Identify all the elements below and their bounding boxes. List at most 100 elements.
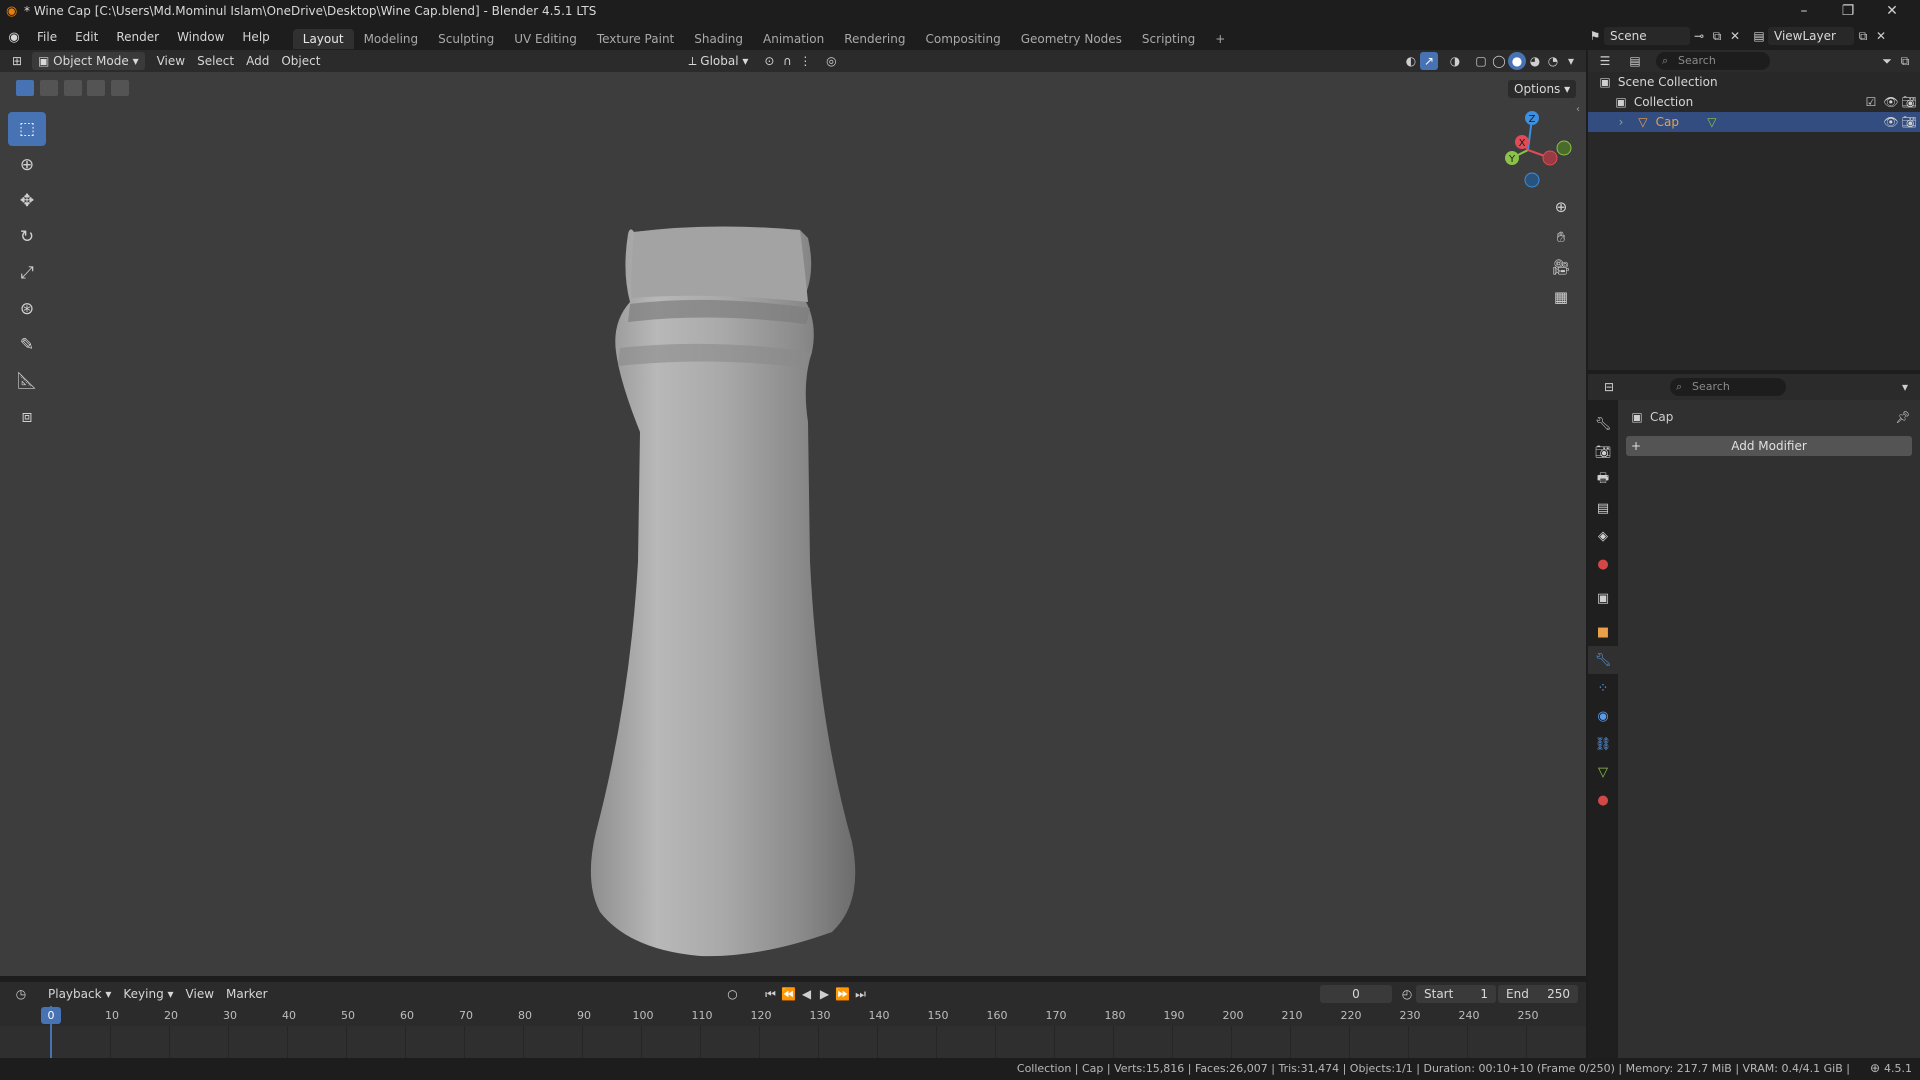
collection-tab-icon[interactable]: ▣ bbox=[1588, 584, 1618, 612]
tab-animation[interactable]: Animation bbox=[753, 29, 834, 49]
pan-hand-icon[interactable]: ✋︎ bbox=[1546, 222, 1576, 252]
particles-tab-icon[interactable]: ⁘ bbox=[1588, 674, 1618, 702]
outliner-row-cap[interactable]: › ▽ Cap ▽ 👁︎ 📷︎ bbox=[1588, 112, 1920, 132]
frame-ruler[interactable]: 10 20 30 40 50 60 70 80 90 100 110 120 130 140 150 160 1… bbox=[0, 1006, 1586, 1026]
camera-icon[interactable]: 📷︎ bbox=[1900, 93, 1918, 111]
move-tool-icon[interactable]: ✥ bbox=[8, 184, 46, 218]
view-layer-field[interactable]: ViewLayer bbox=[1768, 27, 1854, 45]
sidebar-toggle-icon[interactable]: ‹ bbox=[1576, 104, 1580, 115]
render-tab-icon[interactable]: 📷︎ bbox=[1588, 438, 1618, 466]
pivot-icon[interactable]: ⊙ bbox=[760, 52, 778, 70]
snap-target-icon[interactable]: ⋮ bbox=[796, 52, 814, 70]
prev-keyframe-icon[interactable]: ⏪ bbox=[780, 985, 798, 1003]
timeline-editor-icon[interactable]: ◷ bbox=[12, 985, 30, 1003]
minimize-button[interactable]: – bbox=[1782, 0, 1826, 24]
pin-icon[interactable]: ⊸ bbox=[1690, 27, 1708, 45]
exclude-checkbox-icon[interactable]: ☑ bbox=[1862, 93, 1880, 111]
measure-tool-icon[interactable]: 📐︎ bbox=[8, 364, 46, 398]
play-reverse-icon[interactable]: ◀ bbox=[798, 985, 816, 1003]
tab-sculpting[interactable]: Sculpting bbox=[428, 29, 504, 49]
menu-edit[interactable]: Edit bbox=[66, 26, 107, 48]
3d-viewport[interactable]: Options ▾ ⬚ ⊕ ✥ ↻ ⤢ ⊛ ✎ 📐︎ ⧈ Z Y X ⊕ ✋︎ … bbox=[0, 72, 1586, 976]
eye-icon[interactable]: 👁︎ bbox=[1882, 93, 1900, 111]
display-mode-icon[interactable]: ▤ bbox=[1626, 52, 1644, 70]
menu-object[interactable]: Object bbox=[275, 52, 326, 70]
properties-search-input[interactable]: ⌕ Search bbox=[1670, 378, 1786, 396]
snap-icon[interactable]: ∩ bbox=[778, 52, 796, 70]
add-workspace-button[interactable]: + bbox=[1205, 29, 1235, 49]
xray-icon[interactable]: ▢ bbox=[1472, 52, 1490, 70]
preview-range-icon[interactable]: ◴ bbox=[1398, 985, 1416, 1003]
delete-scene-icon[interactable]: ✕ bbox=[1726, 27, 1744, 45]
scale-tool-icon[interactable]: ⤢ bbox=[8, 256, 46, 290]
next-keyframe-icon[interactable]: ⏩ bbox=[834, 985, 852, 1003]
annotate-tool-icon[interactable]: ✎ bbox=[8, 328, 46, 362]
output-tab-icon[interactable]: 🖶︎ bbox=[1588, 466, 1618, 494]
menu-help[interactable]: Help bbox=[233, 26, 278, 48]
view-layer-tab-icon[interactable]: ▤ bbox=[1588, 494, 1618, 522]
menu-file[interactable]: File bbox=[28, 26, 66, 48]
world-tab-icon[interactable]: ● bbox=[1588, 550, 1618, 578]
object-tab-icon[interactable]: ■ bbox=[1588, 618, 1618, 646]
delete-view-layer-icon[interactable]: ✕ bbox=[1872, 27, 1890, 45]
tab-geometry-nodes[interactable]: Geometry Nodes bbox=[1011, 29, 1132, 49]
camera-view-icon[interactable]: 🎥︎ bbox=[1546, 252, 1576, 282]
new-scene-icon[interactable]: ⧉ bbox=[1708, 27, 1726, 45]
select-new-icon[interactable] bbox=[16, 80, 34, 96]
add-modifier-button[interactable]: + Add Modifier bbox=[1626, 436, 1912, 456]
object-camera-icon[interactable]: 📷︎ bbox=[1900, 113, 1918, 131]
physics-tab-icon[interactable]: ◉ bbox=[1588, 702, 1618, 730]
auto-keying-icon[interactable]: ○ bbox=[724, 985, 742, 1003]
menu-render[interactable]: Render bbox=[107, 26, 168, 48]
properties-editor-icon[interactable]: ⊟ bbox=[1600, 378, 1618, 396]
proportional-edit-icon[interactable]: ◎ bbox=[822, 52, 840, 70]
transform-tool-icon[interactable]: ⊛ bbox=[8, 292, 46, 326]
tab-uv-editing[interactable]: UV Editing bbox=[504, 29, 587, 49]
cap-mesh-object[interactable] bbox=[560, 142, 900, 962]
select-extend-icon[interactable] bbox=[39, 80, 58, 96]
wireframe-shading-icon[interactable]: ◯ bbox=[1490, 52, 1508, 70]
perspective-grid-icon[interactable]: ▦ bbox=[1546, 282, 1576, 312]
material-tab-icon[interactable]: ● bbox=[1588, 786, 1618, 814]
menu-add[interactable]: Add bbox=[240, 52, 275, 70]
shading-options-icon[interactable]: ▾ bbox=[1562, 52, 1580, 70]
options-dropdown[interactable]: Options ▾ bbox=[1508, 80, 1577, 98]
menu-keying[interactable]: Keying ▾ bbox=[117, 985, 179, 1003]
menu-timeline-view[interactable]: View bbox=[180, 985, 220, 1003]
editor-type-icon[interactable]: ⊞ bbox=[8, 52, 26, 70]
cursor-tool-icon[interactable]: ⊕ bbox=[8, 148, 46, 182]
select-intersect-icon[interactable] bbox=[111, 80, 130, 96]
visibility-icon[interactable]: ◐ bbox=[1402, 52, 1420, 70]
rendered-shading-icon[interactable]: ◔ bbox=[1544, 52, 1562, 70]
modifier-tab-icon[interactable]: 🔧︎ bbox=[1588, 646, 1618, 674]
select-box-tool-icon[interactable]: ⬚ bbox=[8, 112, 46, 146]
scene-name-field[interactable]: Scene bbox=[1604, 27, 1690, 45]
outliner-row-scene-collection[interactable]: ▣ Scene Collection bbox=[1588, 72, 1920, 92]
mode-dropdown[interactable]: ▣ Object Mode ▾ bbox=[32, 52, 145, 70]
start-frame-field[interactable]: Start 1 bbox=[1416, 985, 1496, 1003]
new-collection-icon[interactable]: ⧉ bbox=[1896, 52, 1914, 70]
timeline-area[interactable]: 10 20 30 40 50 60 70 80 90 100 110 120 130 140 150 160 1… bbox=[0, 1006, 1586, 1058]
gizmo-toggle-icon[interactable]: ↗ bbox=[1420, 52, 1438, 70]
jump-end-icon[interactable]: ⏭ bbox=[852, 985, 870, 1003]
current-frame-field[interactable]: 0 bbox=[1320, 985, 1392, 1003]
tool-tab-icon[interactable]: 🔧︎ bbox=[1588, 410, 1618, 438]
overlays-icon[interactable]: ◑ bbox=[1446, 52, 1464, 70]
blender-menu-icon[interactable]: ◉ bbox=[0, 30, 28, 45]
close-button[interactable]: ✕ bbox=[1870, 0, 1914, 24]
outliner-editor-icon[interactable]: ☰ bbox=[1596, 52, 1614, 70]
play-icon[interactable]: ▶ bbox=[816, 985, 834, 1003]
tab-scripting[interactable]: Scripting bbox=[1132, 29, 1205, 49]
maximize-button[interactable]: ❐ bbox=[1826, 0, 1870, 24]
menu-playback[interactable]: Playback ▾ bbox=[42, 985, 117, 1003]
tab-rendering[interactable]: Rendering bbox=[834, 29, 915, 49]
orientation-dropdown[interactable]: ⟂ Global ▾ bbox=[682, 52, 755, 70]
outliner-search-input[interactable]: ⌕ Search bbox=[1656, 52, 1770, 70]
mesh-data-icon[interactable]: ▽ bbox=[1703, 113, 1721, 131]
solid-shading-icon[interactable]: ● bbox=[1508, 52, 1526, 70]
new-view-layer-icon[interactable]: ⧉ bbox=[1854, 27, 1872, 45]
end-frame-field[interactable]: End 250 bbox=[1498, 985, 1578, 1003]
scene-tab-icon[interactable]: ◈ bbox=[1588, 522, 1618, 550]
jump-start-icon[interactable]: ⏮ bbox=[762, 985, 780, 1003]
playhead-frame-label[interactable]: 0 bbox=[41, 1007, 61, 1024]
